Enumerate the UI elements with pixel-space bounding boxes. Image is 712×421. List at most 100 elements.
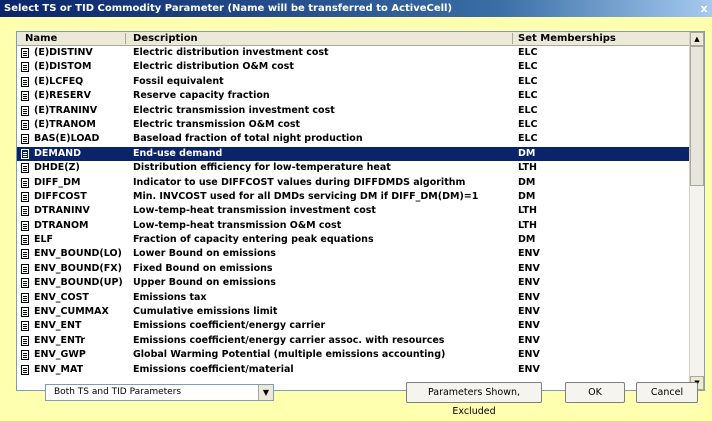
list-item[interactable]: BAS(E)LOAD Baseload fraction of total nig…: [17, 132, 689, 146]
document-icon: [21, 292, 29, 303]
parameter-description: Emissions coefficient/material: [133, 363, 294, 375]
list-item[interactable]: ELF Fraction of capacity entering peak eq…: [17, 233, 689, 247]
document-icon: [21, 278, 29, 289]
document-icon: [21, 335, 29, 346]
parameter-name: ENV_BOUND(LO): [34, 248, 122, 260]
title-bar: Select TS or TID Commodity Parameter (Na…: [0, 0, 712, 17]
parameter-name: BAS(E)LOAD: [34, 133, 100, 145]
document-icon: [21, 177, 29, 188]
list-item[interactable]: ENV_BOUND(UP) Upper Bound on emissions ENV: [17, 276, 689, 290]
parameter-set-membership: ENV: [518, 277, 540, 289]
parameter-name: ENV_GWP: [34, 349, 86, 361]
parameter-type-select[interactable]: Both TS and TID Parameters ▼: [45, 384, 274, 401]
list-item[interactable]: ENV_MAT Emissions coefficient/material ENV: [17, 363, 689, 377]
document-icon: [21, 235, 29, 246]
list-item[interactable]: ENV_BOUND(LO) Lower Bound on emissions ENV: [17, 247, 689, 261]
cancel-button[interactable]: Cancel: [636, 382, 698, 403]
list-item[interactable]: ENV_GWP Global Warming Potential (multipl…: [17, 348, 689, 362]
list-item[interactable]: ENV_ENTr Emissions coefficient/energy car…: [17, 334, 689, 348]
parameter-name: DIFFCOST: [34, 190, 87, 202]
column-separator[interactable]: [512, 33, 513, 44]
parameter-name: (E)LCFEQ: [34, 75, 84, 87]
vertical-scrollbar[interactable]: ▲ ▼: [689, 32, 704, 390]
list-header: Name Description Set Memberships: [17, 32, 689, 46]
parameter-description: Emissions coefficient/energy carrier: [133, 320, 326, 332]
parameter-name: (E)DISTINV: [34, 47, 93, 58]
parameter-set-membership: LTH: [518, 205, 537, 217]
list-item[interactable]: (E)DISTINV Electric distribution investme…: [17, 46, 689, 60]
column-header-name[interactable]: Name: [25, 32, 57, 45]
column-header-description[interactable]: Description: [133, 32, 198, 45]
parameter-description: Electric transmission O&M cost: [133, 118, 301, 130]
parameter-set-membership: ENV: [518, 363, 540, 375]
parameter-set-membership: ELC: [518, 104, 538, 116]
parameter-description: Min. INVCOST used for all DMDs servicing…: [133, 190, 479, 202]
parameter-description: Global Warming Potential (multiple emiss…: [133, 349, 446, 361]
parameter-set-membership: ENV: [518, 349, 540, 361]
document-icon: [21, 105, 29, 116]
list-rows: (E)DISTINV Electric distribution investme…: [17, 46, 689, 377]
chevron-down-icon[interactable]: ▼: [258, 385, 273, 400]
document-icon: [21, 321, 29, 332]
parameter-name: DHDE(Z): [34, 162, 80, 174]
parameter-set-membership: ELC: [518, 133, 538, 145]
parameter-name: (E)TRANOM: [34, 118, 96, 130]
parameter-set-membership: DM: [518, 190, 536, 202]
ok-button[interactable]: OK: [565, 382, 625, 403]
list-item[interactable]: (E)TRANOM Electric transmission O&M cost E…: [17, 118, 689, 132]
parameter-description: Cumulative emissions limit: [133, 306, 278, 318]
parameter-description: Low-temp-heat transmission investment co…: [133, 205, 376, 217]
parameter-description: Emissions tax: [133, 291, 207, 303]
parameter-list[interactable]: Name Description Set Memberships (E)DIST…: [16, 31, 705, 391]
parameter-set-membership: ELC: [518, 118, 538, 130]
document-icon: [21, 307, 29, 318]
document-icon: [21, 206, 29, 217]
scroll-thumb[interactable]: [690, 46, 704, 186]
parameter-set-membership: DM: [518, 147, 536, 159]
parameters-shown-excluded-button[interactable]: Parameters Shown, Excluded: [406, 382, 542, 417]
parameter-description: Distribution efficiency for low-temperat…: [133, 162, 391, 174]
parameter-set-membership: DM: [518, 234, 536, 246]
list-item[interactable]: DEMAND End-use demand DM: [17, 146, 689, 162]
column-separator[interactable]: [125, 33, 126, 44]
list-item[interactable]: (E)DISTOM Electric distribution O&M cost E…: [17, 60, 689, 74]
parameter-description: Electric distribution investment cost: [133, 47, 329, 58]
parameter-name: (E)RESERV: [34, 90, 91, 102]
list-item[interactable]: ENV_BOUND(FX) Fixed Bound on emissions ENV: [17, 262, 689, 276]
parameter-set-membership: ENV: [518, 320, 540, 332]
column-header-set-memberships[interactable]: Set Memberships: [518, 32, 616, 45]
list-item[interactable]: (E)RESERV Reserve capacity fraction ELC: [17, 89, 689, 103]
parameter-description: Baseload fraction of total night product…: [133, 133, 363, 145]
list-item[interactable]: DTRANOM Low-temp-heat transmission O&M co…: [17, 219, 689, 233]
parameter-description: Fraction of capacity entering peak equat…: [133, 234, 374, 246]
parameter-set-membership: ENV: [518, 334, 540, 346]
parameter-name: DTRANOM: [34, 219, 89, 231]
parameter-name: ENV_BOUND(UP): [34, 277, 123, 289]
parameter-name: ENV_ENT: [34, 320, 82, 332]
parameter-description: Indicator to use DIFFCOST values during …: [133, 176, 466, 188]
list-item[interactable]: ENV_COST Emissions tax ENV: [17, 291, 689, 305]
list-item[interactable]: DTRANINV Low-temp-heat transmission inves…: [17, 204, 689, 218]
parameter-name: ENV_MAT: [34, 363, 84, 375]
close-icon[interactable]: x: [699, 0, 709, 17]
scroll-up-arrow-icon[interactable]: ▲: [690, 32, 704, 46]
parameter-description: Emissions coefficient/energy carrier ass…: [133, 334, 445, 346]
document-icon: [21, 350, 29, 361]
parameter-description: Reserve capacity fraction: [133, 90, 270, 102]
parameter-description: Upper Bound on emissions: [133, 277, 276, 289]
parameter-description: End-use demand: [133, 147, 223, 159]
list-item[interactable]: ENV_ENT Emissions coefficient/energy carr…: [17, 319, 689, 333]
list-item[interactable]: (E)TRANINV Electric transmission investme…: [17, 104, 689, 118]
list-item[interactable]: DIFF_DM Indicator to use DIFFCOST values …: [17, 176, 689, 190]
parameter-set-membership: ENV: [518, 306, 540, 318]
list-item[interactable]: (E)LCFEQ Fossil equivalent ELC: [17, 75, 689, 89]
document-icon: [21, 91, 29, 102]
list-item[interactable]: ENV_CUMMAX Cumulative emissions limit ENV: [17, 305, 689, 319]
list-item[interactable]: DHDE(Z) Distribution efficiency for low-t…: [17, 161, 689, 175]
list-item[interactable]: DIFFCOST Min. INVCOST used for all DMDs s…: [17, 190, 689, 204]
parameter-name: ELF: [34, 234, 54, 246]
parameter-description: Lower Bound on emissions: [133, 248, 276, 260]
parameter-description: Electric distribution O&M cost: [133, 61, 294, 73]
parameter-set-membership: ELC: [518, 75, 538, 87]
parameter-description: Low-temp-heat transmission O&M cost: [133, 219, 342, 231]
